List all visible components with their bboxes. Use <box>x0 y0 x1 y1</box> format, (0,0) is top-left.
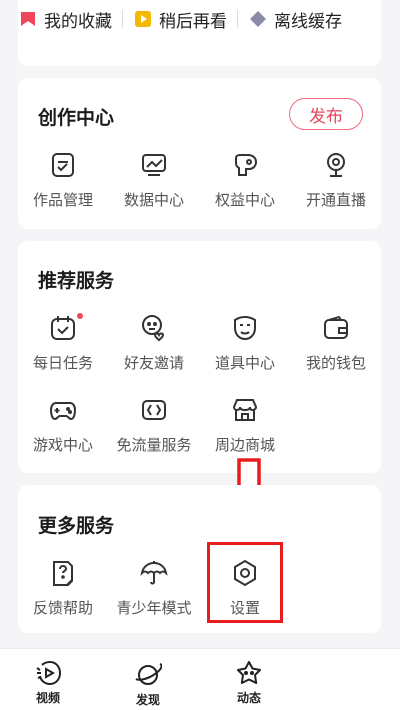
settings-highlight-box <box>207 542 283 623</box>
benefits-center-label: 权益中心 <box>214 191 275 209</box>
offline-cache-label: 离线缓存 <box>274 11 342 32</box>
merch-store-item[interactable]: 周边商城 <box>200 395 290 455</box>
merch-store-label: 周边商城 <box>214 436 275 454</box>
favorites-button[interactable]: 我的收藏 <box>18 7 112 32</box>
daily-tasks-icon <box>51 316 75 340</box>
creation-center-card: 创作中心 发布 作品管理 数据中心 权益中心 开通直播 <box>18 78 381 229</box>
game-center-item[interactable]: 游戏中心 <box>18 395 108 455</box>
props-center-label: 道具中心 <box>214 354 275 372</box>
recommended-services-title: 推荐服务 <box>38 270 115 292</box>
youth-mode-item[interactable]: 青少年模式 <box>109 558 199 618</box>
nav-tab-moments[interactable]: 动态 <box>219 659 279 706</box>
data-center-icon <box>142 154 166 176</box>
game-center-icon <box>49 402 77 421</box>
data-center-item[interactable]: 数据中心 <box>109 150 199 210</box>
more-services-title: 更多服务 <box>38 515 115 537</box>
merch-store-icon <box>232 399 258 421</box>
nav-label-discover: 发现 <box>135 693 160 707</box>
divider <box>237 10 238 28</box>
offline-cache-icon <box>250 11 266 27</box>
free-data-label: 免流量服务 <box>116 436 192 454</box>
friend-invite-label: 好友邀请 <box>123 354 184 372</box>
free-data-icon <box>142 400 166 420</box>
discover-icon <box>135 663 162 685</box>
free-data-item[interactable]: 免流量服务 <box>109 395 199 455</box>
nav-tab-video[interactable]: 视频 <box>18 659 78 706</box>
wallet-item[interactable]: 我的钱包 <box>291 313 381 373</box>
watch-later-label: 稍后再看 <box>159 11 227 32</box>
benefits-center-item[interactable]: 权益中心 <box>200 150 290 210</box>
watch-later-icon <box>135 11 151 27</box>
feedback-help-icon <box>53 561 73 586</box>
favorites-icon <box>21 12 35 26</box>
nav-label-video: 视频 <box>35 691 60 705</box>
props-center-item[interactable]: 道具中心 <box>200 313 290 373</box>
divider <box>122 10 123 28</box>
start-live-item[interactable]: 开通直播 <box>291 150 381 210</box>
feedback-help-label: 反馈帮助 <box>32 599 93 617</box>
daily-tasks-label: 每日任务 <box>32 354 93 372</box>
favorites-label: 我的收藏 <box>44 11 112 32</box>
notification-dot <box>77 313 83 319</box>
moments-icon <box>237 661 261 684</box>
quick-access-row: 我的收藏 稍后再看 离线缓存 <box>18 4 381 34</box>
more-services-card: 更多服务 反馈帮助 青少年模式 设置 <box>18 485 381 633</box>
publish-button[interactable]: 发布 <box>289 98 363 130</box>
nav-tab-discover[interactable]: 发现 <box>118 661 178 708</box>
works-management-label: 作品管理 <box>32 191 93 209</box>
offline-cache-button[interactable]: 离线缓存 <box>248 7 342 32</box>
game-center-label: 游戏中心 <box>32 436 93 454</box>
start-live-label: 开通直播 <box>305 191 366 209</box>
youth-mode-label: 青少年模式 <box>116 599 192 617</box>
youth-mode-icon <box>140 561 168 585</box>
video-icon <box>36 660 62 686</box>
wallet-label: 我的钱包 <box>305 354 366 372</box>
nav-label-moments: 动态 <box>236 691 261 705</box>
props-center-icon <box>234 315 256 341</box>
wallet-icon <box>324 315 348 339</box>
daily-tasks-item[interactable]: 每日任务 <box>18 313 108 373</box>
watch-later-button[interactable]: 稍后再看 <box>133 7 227 32</box>
recommended-services-card: 推荐服务 每日任务 好友邀请 道具中心 我的钱包 游戏中心 免流量服务 周边商城 <box>18 241 381 473</box>
works-management-item[interactable]: 作品管理 <box>18 150 108 210</box>
benefits-center-icon <box>235 154 258 176</box>
bottom-navigation: 视频 发现 动态 <box>0 648 400 710</box>
data-center-label: 数据中心 <box>123 191 184 209</box>
creation-center-title: 创作中心 <box>38 107 115 129</box>
friend-invite-item[interactable]: 好友邀请 <box>109 313 199 373</box>
start-live-icon <box>327 153 345 177</box>
feedback-help-item[interactable]: 反馈帮助 <box>18 558 108 618</box>
friend-invite-icon <box>142 315 165 342</box>
works-management-icon <box>52 153 74 177</box>
quick-access-card: 我的收藏 稍后再看 离线缓存 <box>18 0 381 66</box>
